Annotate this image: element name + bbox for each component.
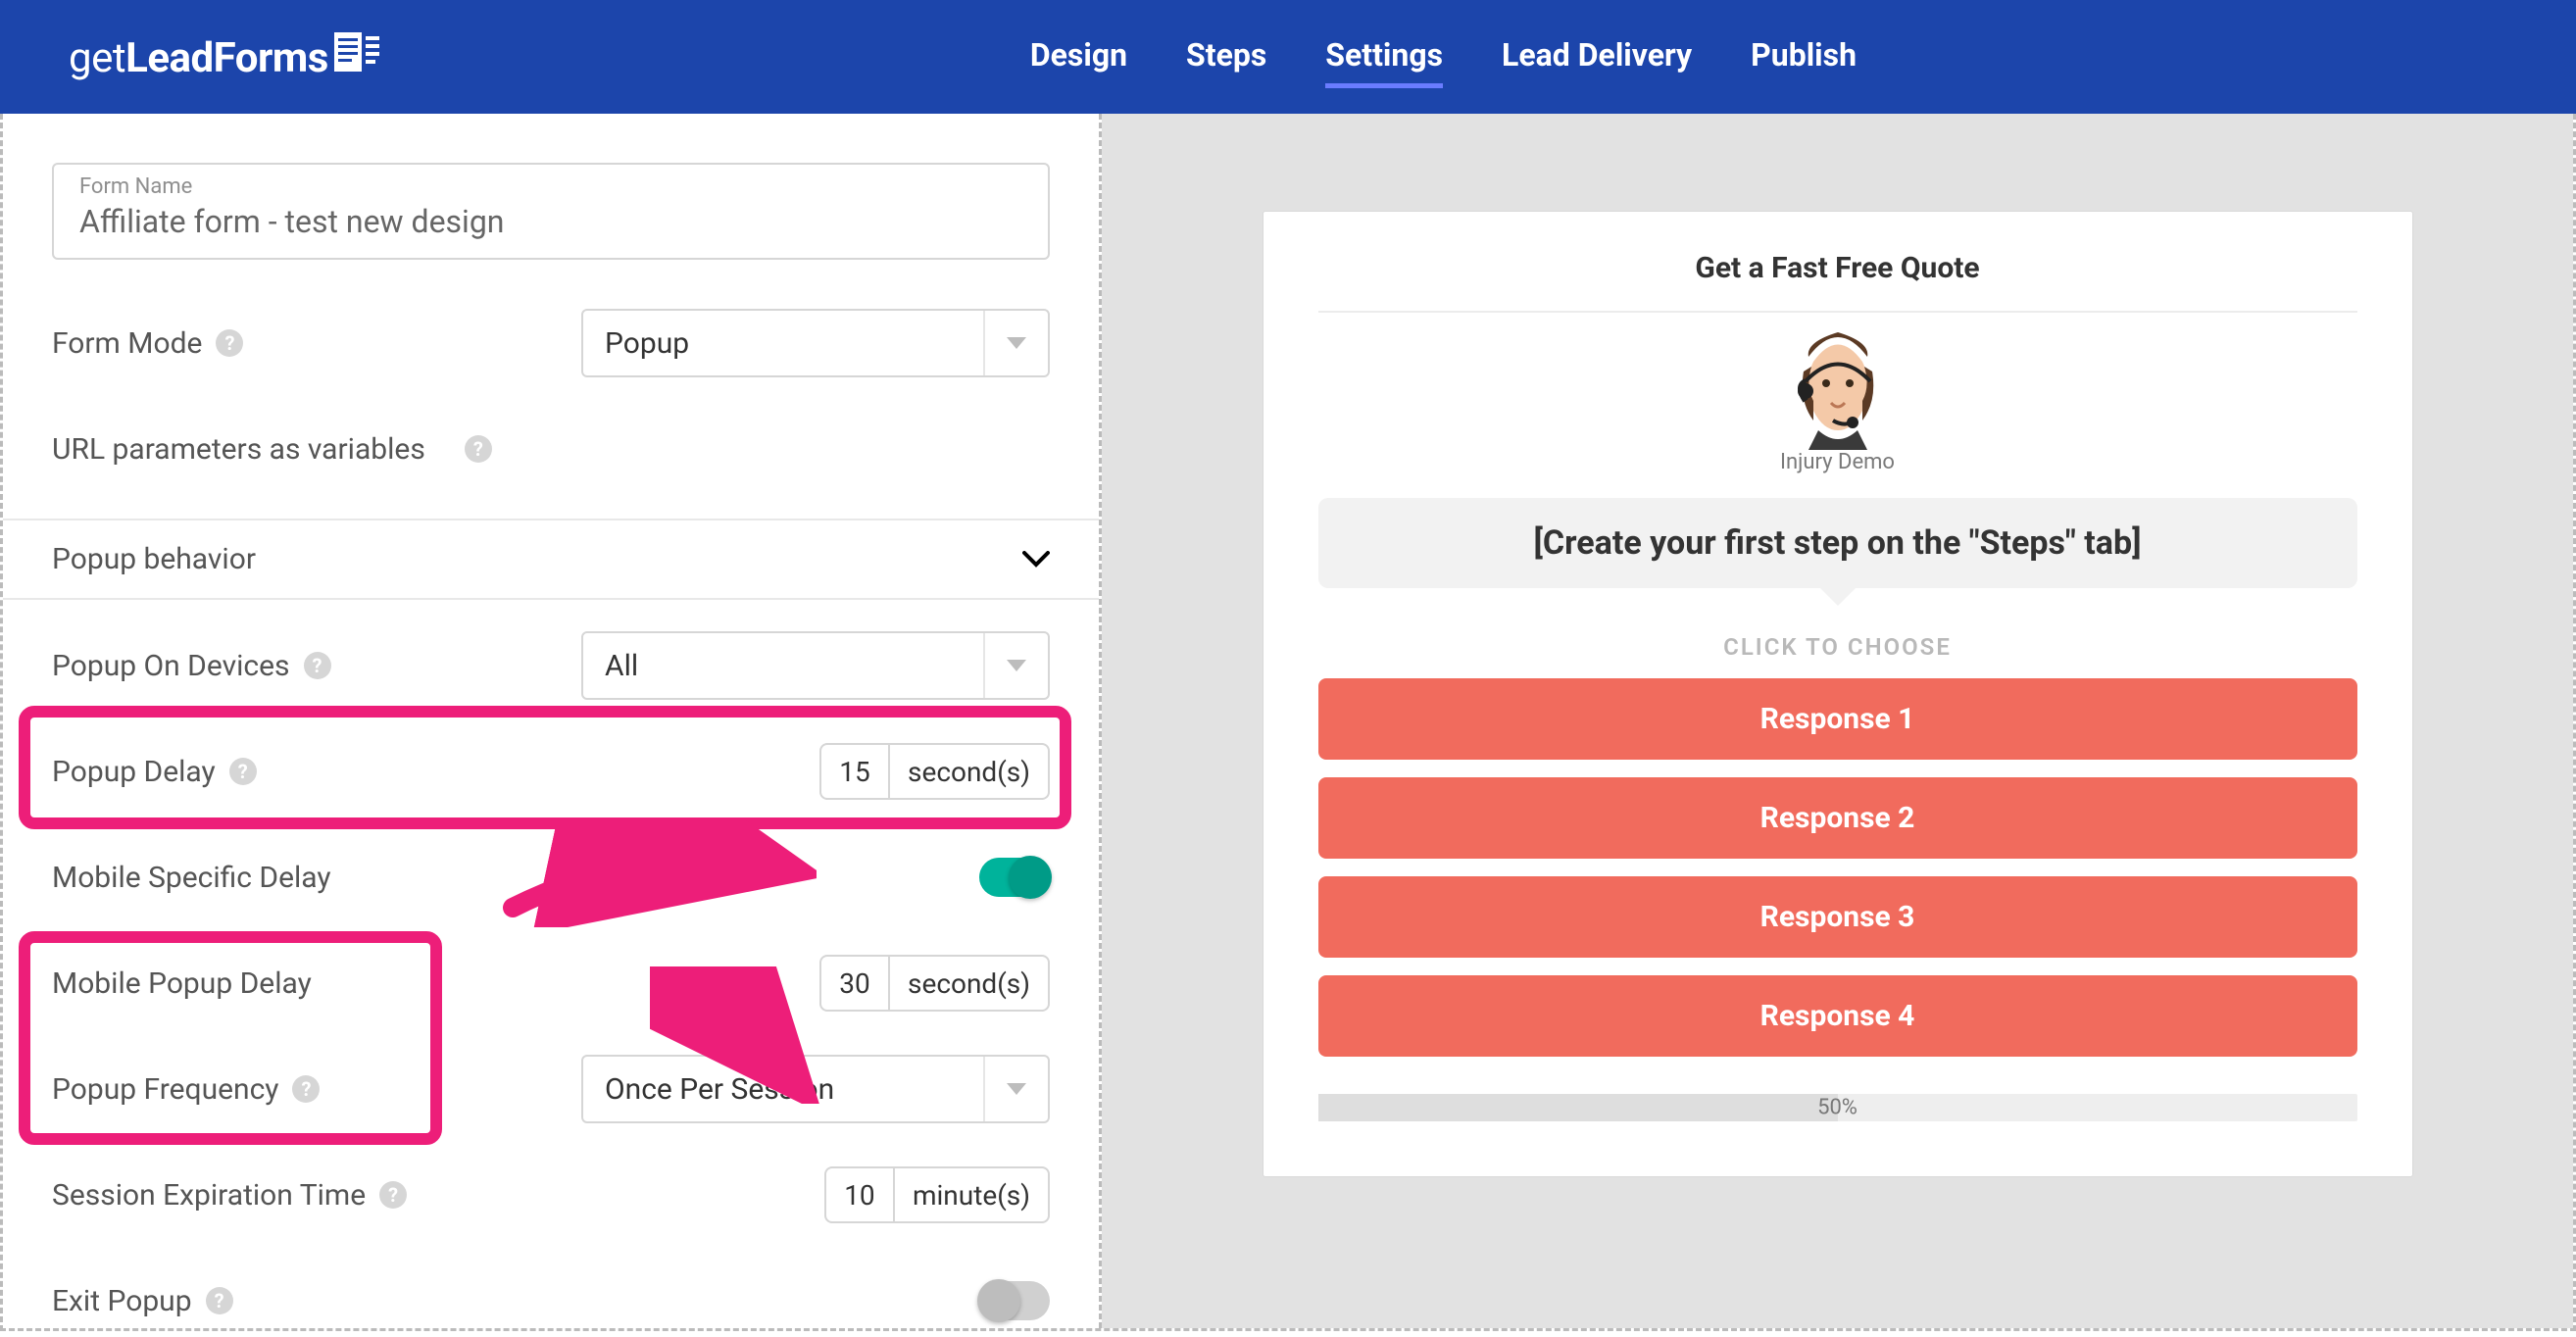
brand-suffix: Forms <box>214 34 328 82</box>
help-icon[interactable]: ? <box>304 652 331 679</box>
response-option[interactable]: Response 1 <box>1318 678 2357 760</box>
row-popup-devices: Popup On Devices ? All <box>52 629 1050 702</box>
progress-bar: 50% <box>1318 1094 2357 1121</box>
mobile-specific-label: Mobile Specific Delay <box>52 861 331 895</box>
app-root: getLeadForms Design Steps Settings Lead … <box>0 0 2576 1331</box>
session-expiration-unit: minute(s) <box>895 1168 1048 1221</box>
mobile-popup-delay-unit: second(s) <box>890 957 1048 1010</box>
nav-design[interactable]: Design <box>1030 26 1127 88</box>
agent-avatar <box>1784 332 1892 440</box>
exit-popup-text: Exit Popup <box>52 1284 192 1318</box>
form-name-value: Affiliate form - test new design <box>79 203 1022 240</box>
form-name-input[interactable]: Form Name Affiliate form - test new desi… <box>52 163 1050 260</box>
session-expiration-text: Session Expiration Time <box>52 1178 366 1213</box>
nav-steps[interactable]: Steps <box>1186 26 1266 88</box>
popup-delay-text: Popup Delay <box>52 755 216 789</box>
settings-panel: Form Name Affiliate form - test new desi… <box>3 114 1099 1328</box>
brand-prefix: get <box>69 34 125 82</box>
help-icon[interactable]: ? <box>206 1287 233 1314</box>
form-mode-value: Popup <box>583 326 983 361</box>
chevron-down-icon <box>983 633 1048 698</box>
session-expiration-input[interactable]: 10 minute(s) <box>824 1166 1050 1223</box>
row-form-mode: Form Mode ? Popup <box>52 307 1050 379</box>
session-expiration-value: 10 <box>826 1168 895 1221</box>
progress-fill <box>1318 1094 1838 1121</box>
popup-delay-value: 15 <box>821 745 890 798</box>
nav-lead-delivery[interactable]: Lead Delivery <box>1502 26 1692 88</box>
popup-delay-label: Popup Delay ? <box>52 755 257 789</box>
brand-logo: getLeadForms <box>69 32 379 82</box>
popup-devices-label: Popup On Devices ? <box>52 649 331 683</box>
help-icon[interactable]: ? <box>216 329 243 357</box>
session-expiration-label: Session Expiration Time ? <box>52 1178 407 1213</box>
click-to-choose-label: CLICK TO CHOOSE <box>1318 633 2357 661</box>
preview-panel: Get a Fast Free Quote <box>1102 114 2573 1328</box>
preview-title: Get a Fast Free Quote <box>1318 251 2357 313</box>
popup-delay-unit: second(s) <box>890 745 1048 798</box>
row-popup-frequency: Popup Frequency ? Once Per Session <box>52 1053 1050 1125</box>
response-option[interactable]: Response 3 <box>1318 876 2357 958</box>
row-exit-popup: Exit Popup ? <box>52 1264 1050 1337</box>
row-session-expiration: Session Expiration Time ? 10 minute(s) <box>52 1159 1050 1231</box>
form-mode-label: Form Mode ? <box>52 326 243 361</box>
mobile-popup-delay-label: Mobile Popup Delay <box>52 966 312 1001</box>
form-mode-text: Form Mode <box>52 326 202 361</box>
form-name-label: Form Name <box>79 174 1022 199</box>
brand-mid: Lead <box>125 34 214 82</box>
row-mobile-popup-delay: Mobile Popup Delay 30 second(s) <box>52 947 1050 1019</box>
content-area: Form Name Affiliate form - test new desi… <box>0 114 2576 1331</box>
response-option[interactable]: Response 2 <box>1318 777 2357 859</box>
mobile-specific-toggle[interactable] <box>979 858 1050 897</box>
help-icon[interactable]: ? <box>465 435 492 463</box>
popup-devices-value: All <box>583 649 983 683</box>
popup-devices-text: Popup On Devices <box>52 649 290 683</box>
chevron-down-icon <box>1022 543 1050 575</box>
popup-frequency-label: Popup Frequency ? <box>52 1072 320 1107</box>
exit-popup-toggle[interactable] <box>979 1281 1050 1320</box>
nav-publish[interactable]: Publish <box>1751 26 1857 88</box>
popup-devices-select[interactable]: All <box>581 631 1050 700</box>
agent-block: Injury Demo <box>1318 332 2357 474</box>
section-popup-behavior[interactable]: Popup behavior <box>3 520 1099 600</box>
step-banner: [Create your first step on the "Steps" t… <box>1318 498 2357 588</box>
progress-label: 50% <box>1817 1096 1858 1120</box>
popup-delay-input[interactable]: 15 second(s) <box>819 743 1050 800</box>
form-mode-select[interactable]: Popup <box>581 309 1050 377</box>
row-url-params: URL parameters as variables ? <box>52 413 1050 485</box>
response-option[interactable]: Response 4 <box>1318 975 2357 1057</box>
help-icon[interactable]: ? <box>379 1181 407 1209</box>
help-icon[interactable]: ? <box>229 758 257 785</box>
mobile-popup-delay-input[interactable]: 30 second(s) <box>819 955 1050 1012</box>
row-mobile-specific-delay: Mobile Specific Delay <box>52 841 1050 914</box>
mobile-specific-text: Mobile Specific Delay <box>52 861 331 895</box>
url-params-label: URL parameters as variables <box>52 432 425 467</box>
agent-name: Injury Demo <box>1780 450 1895 474</box>
row-popup-delay: Popup Delay ? 15 second(s) <box>52 735 1050 808</box>
popup-frequency-text: Popup Frequency <box>52 1072 278 1107</box>
popup-frequency-select[interactable]: Once Per Session <box>581 1055 1050 1123</box>
form-preview: Get a Fast Free Quote <box>1263 212 2412 1176</box>
popup-frequency-value: Once Per Session <box>583 1072 983 1107</box>
mobile-popup-delay-text: Mobile Popup Delay <box>52 966 312 1001</box>
chevron-down-icon <box>983 1057 1048 1121</box>
form-icon <box>334 32 379 72</box>
main-nav: Design Steps Settings Lead Delivery Publ… <box>379 26 2507 88</box>
help-icon[interactable]: ? <box>292 1075 320 1103</box>
url-params-text: URL parameters as variables <box>52 432 425 467</box>
exit-popup-label: Exit Popup ? <box>52 1284 233 1318</box>
mobile-popup-delay-value: 30 <box>821 957 890 1010</box>
popup-behavior-label: Popup behavior <box>52 542 256 576</box>
chevron-down-icon <box>983 311 1048 375</box>
app-header: getLeadForms Design Steps Settings Lead … <box>0 0 2576 114</box>
nav-settings[interactable]: Settings <box>1325 26 1443 88</box>
